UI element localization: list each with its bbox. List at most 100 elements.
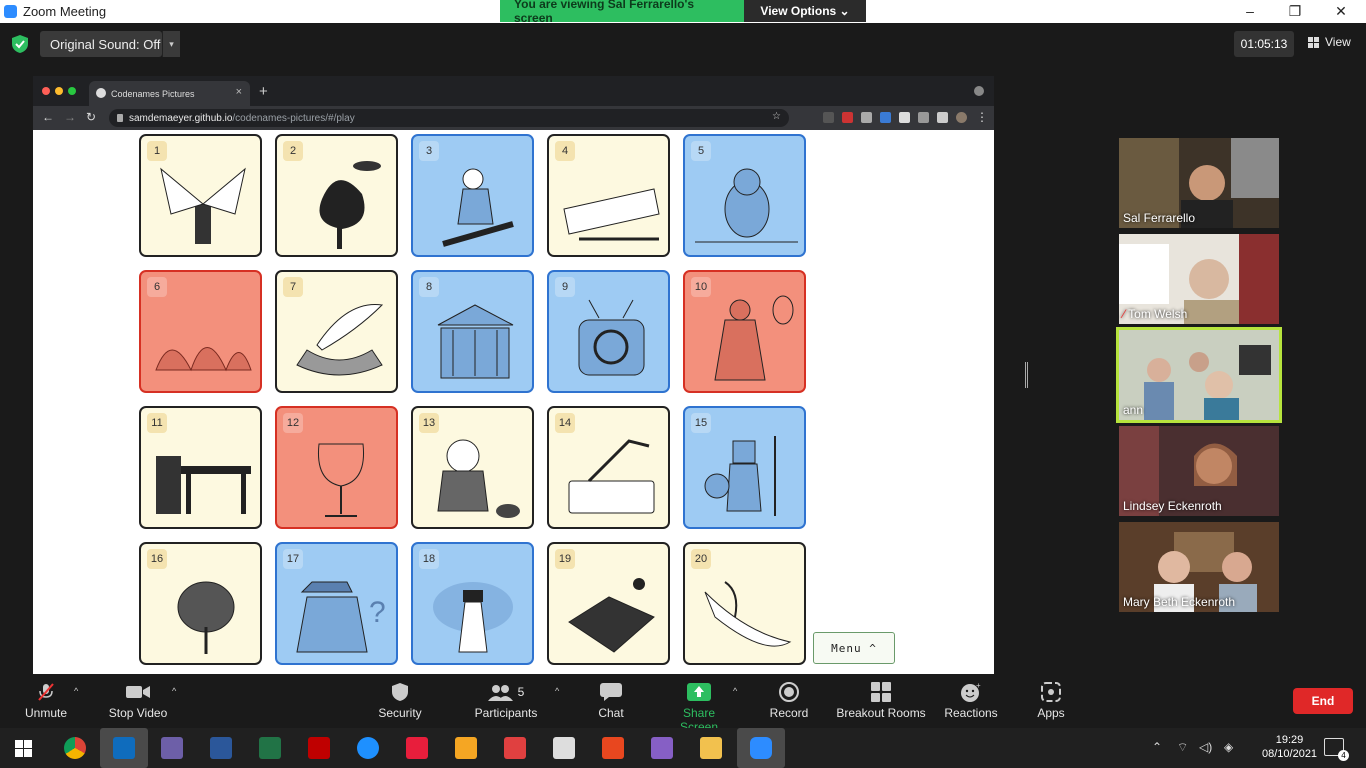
share-options-caret[interactable]: ^ xyxy=(733,686,737,696)
meeting-timer: 01:05:13 xyxy=(1234,31,1294,57)
tray-overflow-icon[interactable]: ⌃ xyxy=(1152,740,1162,754)
codename-card: 2 xyxy=(275,134,398,257)
codename-card: 12 xyxy=(275,406,398,529)
codename-card: 14 xyxy=(547,406,670,529)
audio-options-caret[interactable]: ^ xyxy=(74,686,78,696)
breakout-rooms-button[interactable]: Breakout Rooms xyxy=(836,682,926,720)
view-button[interactable]: View xyxy=(1308,35,1351,49)
panel-resize-handle[interactable] xyxy=(1025,362,1028,388)
zoom-icon xyxy=(750,737,772,759)
chat-button[interactable]: Chat xyxy=(591,682,631,720)
volume-icon[interactable]: ◁) xyxy=(1199,740,1212,754)
view-label: View xyxy=(1325,35,1351,49)
participant-name: Mary Beth Eckenroth xyxy=(1123,595,1236,609)
browser-menu-icon: ⋮ xyxy=(976,110,988,124)
share-screen-button[interactable]: Share Screen xyxy=(663,682,735,734)
smiley-plus-icon: + xyxy=(944,682,998,702)
system-clock[interactable]: 19:29 08/10/2021 xyxy=(1262,733,1317,761)
viewing-screen-banner: You are viewing Sal Ferrarello's screen xyxy=(500,0,744,25)
apps-button[interactable]: Apps xyxy=(1034,682,1068,720)
file-explorer-icon[interactable] xyxy=(700,737,722,759)
office-icon[interactable] xyxy=(602,737,624,759)
record-icon xyxy=(768,682,810,702)
window-title: Zoom Meeting xyxy=(23,4,107,19)
outlook-icon xyxy=(113,737,135,759)
codename-card: 13 xyxy=(411,406,534,529)
codename-card: 3 xyxy=(411,134,534,257)
visual-studio-icon[interactable] xyxy=(651,737,673,759)
close-button[interactable]: ✕ xyxy=(1331,3,1351,20)
video-options-caret[interactable]: ^ xyxy=(172,686,176,696)
participant-tile-ann[interactable]: ann xyxy=(1116,327,1282,423)
shirt-with-bird-illustration xyxy=(568,578,655,653)
codename-card: 10 xyxy=(683,270,806,393)
codename-card: 19 xyxy=(547,542,670,665)
windows-start-icon[interactable] xyxy=(15,740,32,757)
grid-view-icon xyxy=(1308,36,1319,48)
participant-tile-tom[interactable]: ⁄ Tom Welsh xyxy=(1119,234,1279,324)
svg-text:+: + xyxy=(976,682,981,690)
reactions-button[interactable]: + Reactions xyxy=(944,682,998,720)
original-sound-dropdown[interactable]: ▾ xyxy=(162,31,180,57)
zoom-taskbar-tile[interactable] xyxy=(737,728,785,768)
view-options-button[interactable]: View Options ⌄ xyxy=(744,0,866,22)
participants-options-caret[interactable]: ^ xyxy=(555,686,559,696)
flying-sandal-illustration xyxy=(704,581,792,647)
svg-text:?: ? xyxy=(369,596,386,629)
wifi-icon[interactable]: ⌔ xyxy=(1177,740,1188,755)
encryption-shield-icon[interactable] xyxy=(12,35,28,53)
browser-toolbar: ← → ↻ samdemaeyer.github.io/codenames-pi… xyxy=(33,106,994,130)
excel-icon[interactable] xyxy=(259,737,281,759)
filezilla-icon[interactable] xyxy=(308,737,330,759)
participant-name-with-mute: ⁄ Tom Welsh xyxy=(1123,307,1188,321)
zoom-logo-icon xyxy=(4,5,17,18)
bullet-train-illustration xyxy=(563,188,660,241)
browser-close-dot xyxy=(42,87,50,95)
codename-card: 7 xyxy=(275,270,398,393)
word-icon[interactable] xyxy=(210,737,232,759)
giant-with-animals-illustration xyxy=(437,439,520,518)
codename-card: 5 xyxy=(683,134,806,257)
wine-glass-illustration xyxy=(317,443,365,517)
participant-name: Lindsey Eckenroth xyxy=(1123,499,1222,513)
codename-card: 18 xyxy=(411,542,534,665)
participants-count: 5 xyxy=(517,685,525,699)
end-meeting-button[interactable]: End xyxy=(1293,688,1353,714)
notepad-icon[interactable] xyxy=(553,737,575,759)
query-app-icon[interactable] xyxy=(161,737,183,759)
participant-tile-mary-beth[interactable]: Mary Beth Eckenroth xyxy=(1119,522,1279,612)
url-host: samdemaeyer.github.io xyxy=(129,112,233,124)
stop-video-button[interactable]: Stop Video xyxy=(106,682,170,720)
chrome-icon[interactable] xyxy=(64,737,86,759)
browser-zoom-dot xyxy=(68,87,76,95)
unmute-button[interactable]: Unmute xyxy=(20,682,72,720)
participants-icon: 5 xyxy=(472,682,540,702)
minimize-button[interactable]: – xyxy=(1240,3,1260,19)
address-bar: samdemaeyer.github.io/codenames-pictures… xyxy=(109,109,789,127)
acrobat-icon[interactable] xyxy=(504,737,526,759)
opera-house-illustration xyxy=(155,347,252,372)
participants-button[interactable]: 5 Participants xyxy=(472,682,540,720)
original-sound-button[interactable]: Original Sound: Off xyxy=(40,31,162,57)
forward-icon: → xyxy=(64,110,76,124)
participant-tile-sal[interactable]: Sal Ferrarello xyxy=(1119,138,1279,228)
notification-center-icon[interactable]: 4 xyxy=(1324,738,1349,761)
lighthouse-illustration xyxy=(433,582,513,653)
media-player-icon[interactable] xyxy=(455,737,477,759)
new-tab-icon: + xyxy=(259,83,268,100)
apps-icon xyxy=(1034,682,1068,702)
participant-tile-lindsey[interactable]: Lindsey Eckenroth xyxy=(1119,426,1279,516)
dropbox-icon[interactable]: ◈ xyxy=(1224,740,1233,754)
bear-pogo-stick-illustration xyxy=(177,581,235,654)
knight-with-broom-illustration xyxy=(704,436,776,516)
restore-button[interactable]: ❐ xyxy=(1285,3,1305,20)
qlik-icon[interactable] xyxy=(406,737,428,759)
record-button[interactable]: Record xyxy=(768,682,810,720)
browser-tabstrip: Codenames Pictures × + xyxy=(33,76,994,106)
browser-tab: Codenames Pictures × xyxy=(89,81,250,106)
internet-explorer-icon[interactable] xyxy=(357,737,379,759)
outlook-taskbar-tile[interactable] xyxy=(100,728,148,768)
security-button[interactable]: Security xyxy=(372,682,428,720)
bank-with-eyes-illustration xyxy=(437,304,514,379)
codename-card: 6 xyxy=(139,270,262,393)
